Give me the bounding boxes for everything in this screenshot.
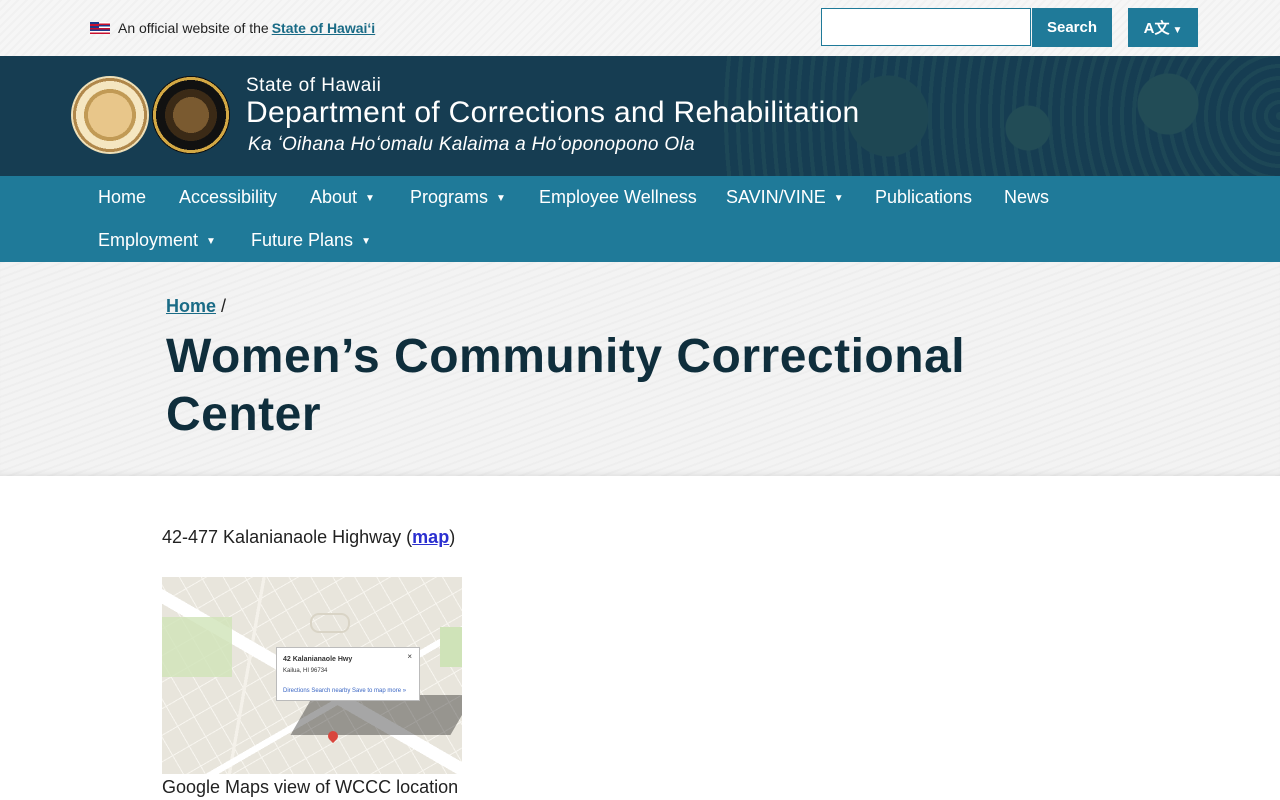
- caret-down-icon: ▼: [833, 193, 844, 204]
- caret-down-icon: ▼: [496, 193, 506, 204]
- caret-down-icon: ▼: [206, 236, 216, 247]
- caret-down-icon: ▼: [1172, 25, 1183, 36]
- nav-item-programs[interactable]: Programs ▼: [410, 187, 506, 208]
- page-title: Women’s Community Correctional Center: [166, 330, 966, 441]
- nav-item-future-plans[interactable]: Future Plans ▼: [251, 230, 371, 251]
- address-close: ): [449, 527, 456, 547]
- search-input[interactable]: [821, 8, 1031, 46]
- map-image[interactable]: 42 Kalanianaole Hwy × Kailua, HI 96734 D…: [162, 577, 462, 774]
- map-caption: Google Maps view of WCCC location: [162, 777, 459, 797]
- map-popup-shadow: [290, 695, 462, 735]
- language-button[interactable]: A文 ▼: [1128, 8, 1198, 47]
- nav-item-publications[interactable]: Publications: [875, 187, 972, 208]
- official-text: An official website of the: [118, 20, 269, 36]
- hawaii-flag-icon: [90, 22, 110, 34]
- close-icon: ×: [407, 652, 412, 661]
- caret-down-icon: ▼: [365, 193, 375, 204]
- translate-icon: A文: [1143, 20, 1170, 37]
- nav-item-home[interactable]: Home: [98, 187, 146, 208]
- address-line: 42-477 Kalanianaole Highway (map): [162, 527, 455, 548]
- nav-item-employment[interactable]: Employment ▼: [98, 230, 216, 251]
- nav-item-employee-wellness[interactable]: Employee Wellness: [539, 187, 697, 208]
- breadcrumb: Home /: [166, 296, 226, 317]
- map-park-area: [440, 627, 462, 667]
- state-seal-logo[interactable]: [71, 76, 149, 154]
- state-of-hawaii-link[interactable]: State of Hawaiʻi: [272, 20, 375, 36]
- page-header: Home / Women’s Community Correctional Ce…: [0, 262, 1280, 476]
- address-text: 42-477 Kalanianaole Highway (: [162, 527, 413, 547]
- map-popup-address: Kailua, HI 96734: [283, 668, 328, 674]
- site-header: State of Hawaii Department of Correction…: [0, 56, 1280, 176]
- nav-item-news[interactable]: News: [1004, 187, 1049, 208]
- department-seal-logo[interactable]: [152, 76, 230, 154]
- header-department[interactable]: Department of Corrections and Rehabilita…: [246, 96, 860, 130]
- map-popup-title: 42 Kalanianaole Hwy: [283, 656, 353, 663]
- nav-item-savin-vine[interactable]: SAVIN/VINE ▼: [726, 187, 844, 208]
- header-hawaiian-name: Ka ʻOihana Hoʻomalu Kalaima a Hoʻoponopo…: [248, 134, 695, 155]
- breadcrumb-home-link[interactable]: Home: [166, 296, 216, 316]
- official-notice: An official website of the State of Hawa…: [90, 20, 375, 36]
- main-nav: Home Accessibility About ▼ Programs ▼ Empl…: [0, 176, 1280, 262]
- map-link[interactable]: map: [412, 527, 449, 547]
- nav-item-accessibility[interactable]: Accessibility: [179, 187, 277, 208]
- official-banner: An official website of the State of Hawa…: [0, 0, 1280, 56]
- map-track: [310, 613, 350, 633]
- nav-item-about[interactable]: About ▼: [310, 187, 375, 208]
- breadcrumb-separator: /: [221, 296, 227, 316]
- map-park-area: [162, 617, 232, 677]
- map-info-popup: 42 Kalanianaole Hwy × Kailua, HI 96734 D…: [276, 647, 420, 701]
- header-state: State of Hawaii: [246, 75, 382, 96]
- map-popup-links: Directions Search nearby Save to map mor…: [283, 688, 407, 694]
- search-button[interactable]: Search: [1032, 8, 1112, 47]
- caret-down-icon: ▼: [361, 236, 371, 247]
